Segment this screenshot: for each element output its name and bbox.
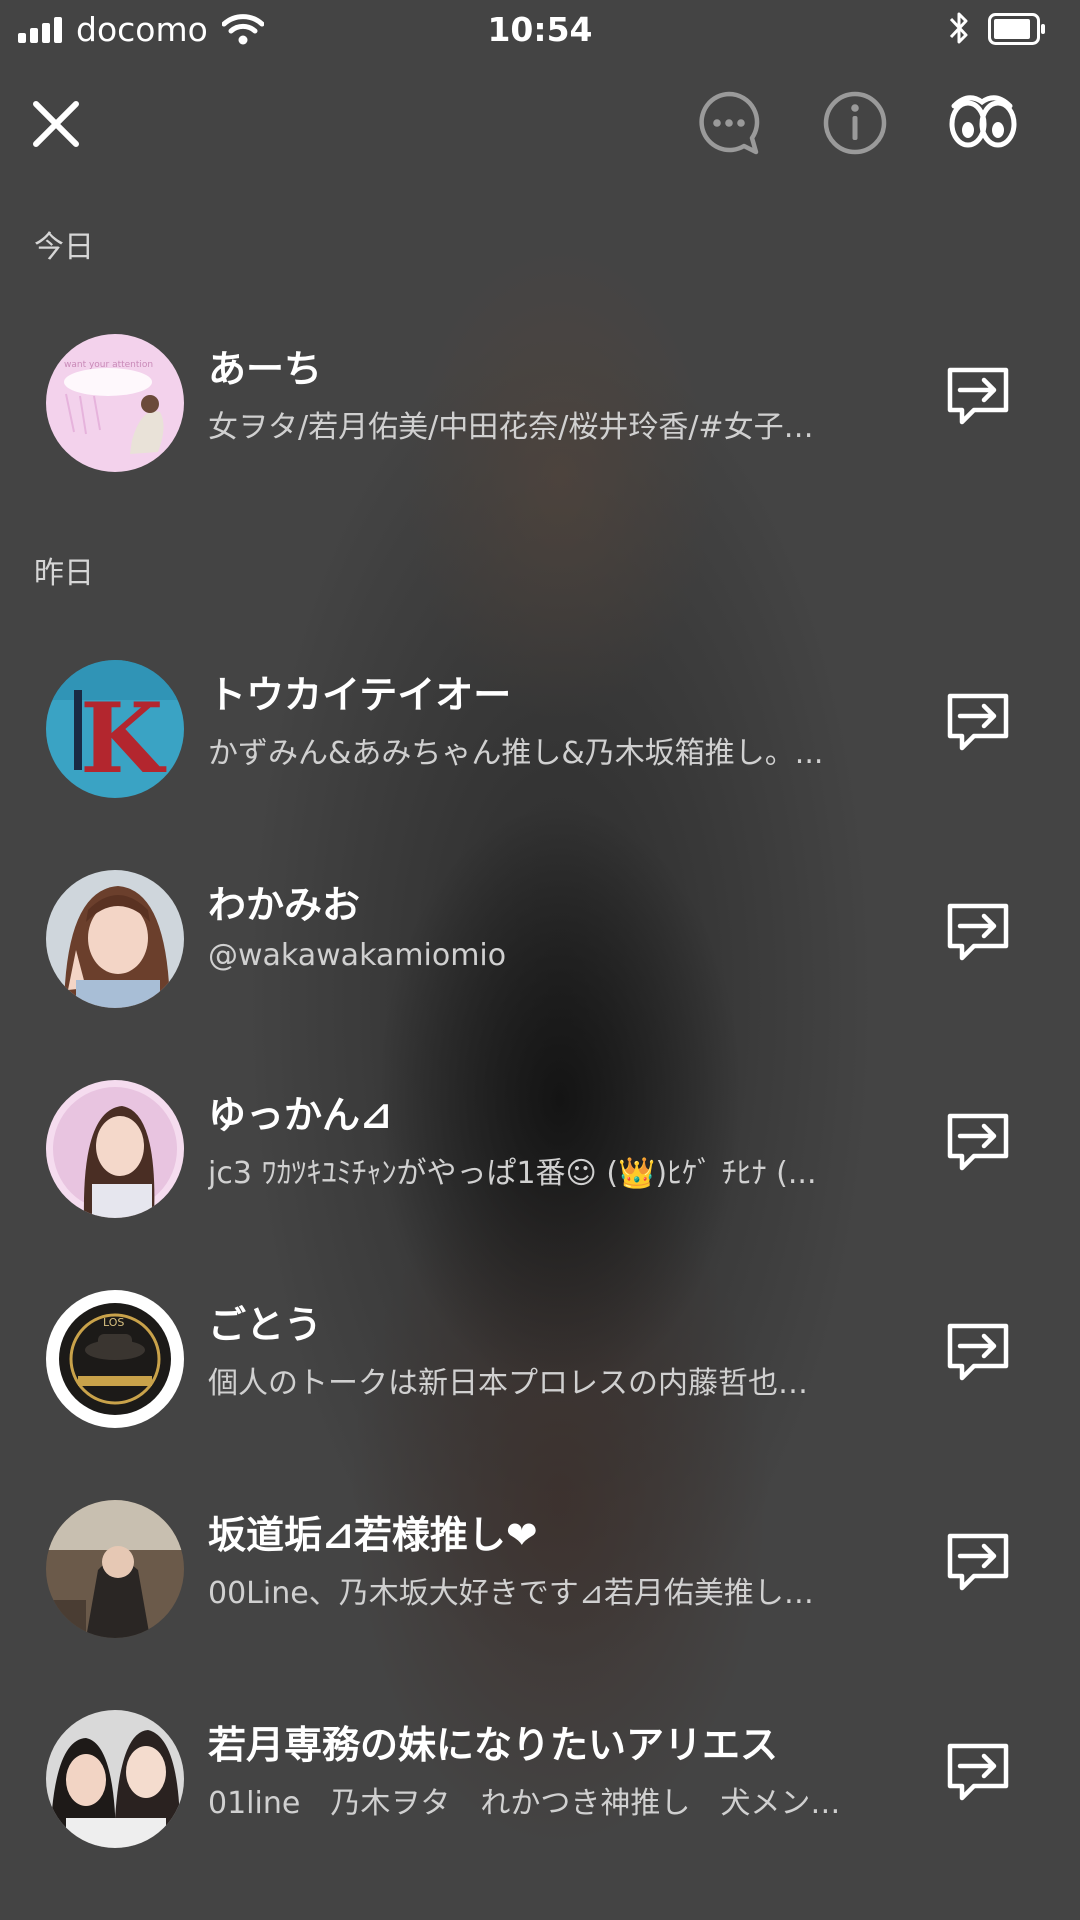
share-icon[interactable] <box>944 1110 1012 1176</box>
share-icon[interactable] <box>944 364 1012 430</box>
close-icon[interactable] <box>28 96 84 152</box>
status-bar: docomo 10:54 <box>0 0 1080 60</box>
avatar-text: LOS <box>103 1316 124 1329</box>
item-name: ごとう <box>208 1303 323 1347</box>
avatar-text: K <box>80 682 167 795</box>
list-item[interactable]: 若月専務の妹になりたいアリエス 01line 乃木ヲタ れかつき神推し 犬メン… <box>0 1704 1080 1854</box>
avatar <box>46 1080 184 1218</box>
share-icon[interactable] <box>944 1530 1012 1596</box>
item-subtitle: 個人のトークは新日本プロレスの内藤哲也… <box>208 1366 808 1401</box>
list-item[interactable]: want your attention あーち 女ヲタ/若月佑美/中田花奈/桜井… <box>0 328 1080 478</box>
info-icon[interactable] <box>820 88 890 158</box>
battery-icon <box>988 13 1045 45</box>
avatar: want your attention <box>46 334 184 472</box>
item-subtitle: @wakawakamiomio <box>208 938 507 973</box>
item-name: わかみお <box>208 883 361 927</box>
item-subtitle: 女ヲタ/若月佑美/中田花奈/桜井玲香/#女子… <box>208 410 814 445</box>
section-label-today: 今日 <box>34 230 94 265</box>
avatar <box>46 1710 184 1848</box>
list-item[interactable]: わかみお @wakawakamiomio <box>0 864 1080 1014</box>
eyes-icon[interactable] <box>946 88 1018 158</box>
item-name: 坂道垢⊿若様推し❤ <box>208 1513 538 1557</box>
avatar <box>46 1500 184 1638</box>
bluetooth-icon <box>949 12 968 44</box>
item-subtitle: jc3 ﾜｶﾂｷﾕﾐﾁｬﾝがやっぱ1番☺ (👑)ﾋｹﾞ ﾁﾋﾅ (... <box>208 1156 817 1191</box>
avatar <box>46 870 184 1008</box>
item-subtitle: かずみん&あみちゃん推し&乃木坂箱推し。... <box>208 736 824 771</box>
share-icon[interactable] <box>944 1740 1012 1806</box>
avatar-text: want your attention <box>64 360 153 370</box>
item-name: ゆっかん⊿ <box>208 1093 392 1137</box>
avatar: K <box>46 660 184 798</box>
section-label-yesterday: 昨日 <box>34 556 94 591</box>
share-icon[interactable] <box>944 1320 1012 1386</box>
list-item[interactable]: LOS ごとう 個人のトークは新日本プロレスの内藤哲也… <box>0 1284 1080 1434</box>
item-name: 若月専務の妹になりたいアリエス <box>208 1723 779 1767</box>
share-icon[interactable] <box>944 690 1012 756</box>
list-item[interactable]: ゆっかん⊿ jc3 ﾜｶﾂｷﾕﾐﾁｬﾝがやっぱ1番☺ (👑)ﾋｹﾞ ﾁﾋﾅ (.… <box>0 1074 1080 1224</box>
chat-bubble-icon[interactable] <box>694 88 764 158</box>
item-name: トウカイテイオー <box>208 673 512 717</box>
item-name: あーち <box>208 347 323 391</box>
item-subtitle: 01line 乃木ヲタ れかつき神推し 犬メン… <box>208 1786 841 1821</box>
avatar: LOS <box>46 1290 184 1428</box>
list-item[interactable]: K トウカイテイオー かずみん&あみちゃん推し&乃木坂箱推し。... <box>0 654 1080 804</box>
status-time: 10:54 <box>487 10 593 49</box>
share-icon[interactable] <box>944 900 1012 966</box>
list-item[interactable]: 坂道垢⊿若様推し❤ 00Line、乃木坂大好きです⊿若月佑美推し… <box>0 1494 1080 1644</box>
item-subtitle: 00Line、乃木坂大好きです⊿若月佑美推し… <box>208 1576 814 1611</box>
